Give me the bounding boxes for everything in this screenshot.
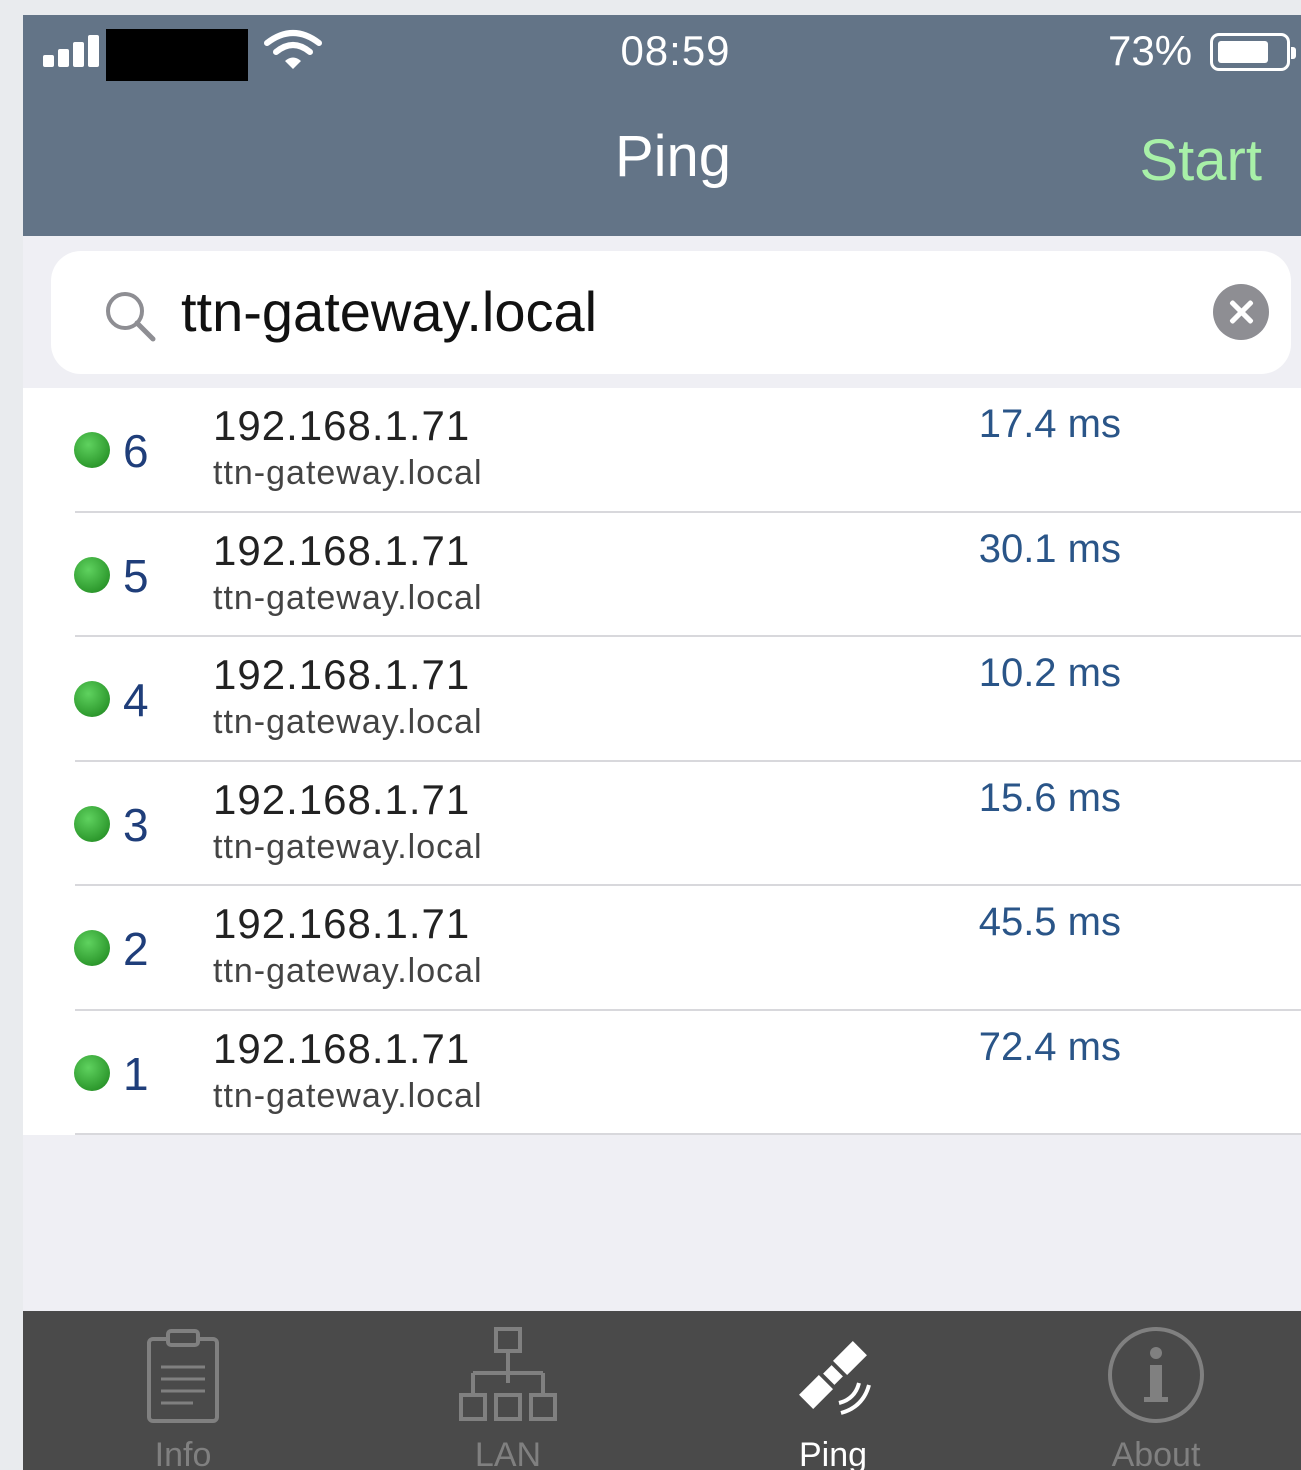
sequence-number: 2: [123, 923, 149, 975]
result-host: ttn-gateway.local: [213, 578, 483, 617]
result-time: 72.4 ms: [978, 1024, 1121, 1069]
table-row[interactable]: 1 192.168.1.71 ttn-gateway.local 72.4 ms: [23, 1011, 1301, 1135]
status-ok-icon: [74, 805, 110, 842]
tab-info[interactable]: Info: [23, 1311, 343, 1470]
tab-about[interactable]: About: [996, 1311, 1301, 1470]
tab-lan[interactable]: LAN: [348, 1311, 668, 1470]
result-time: 30.1 ms: [978, 526, 1121, 571]
tab-label: Ping: [798, 1436, 868, 1470]
cellular-signal-icon: [43, 35, 103, 67]
result-host: ttn-gateway.local: [213, 827, 483, 866]
result-host: ttn-gateway.local: [213, 1076, 483, 1115]
nav-bar: 08:59 73% Ping Start: [23, 15, 1301, 236]
clipboard-icon: [147, 1329, 219, 1423]
status-ok-icon: [74, 930, 110, 966]
tab-bar: Info LAN Ping About: [23, 1311, 1301, 1470]
result-ip: 192.168.1.71: [213, 775, 471, 823]
status-ok-icon: [74, 1054, 110, 1091]
result-host: ttn-gateway.local: [213, 703, 483, 741]
host-input[interactable]: [181, 271, 1201, 351]
sequence-number: 1: [123, 1047, 149, 1100]
battery-percent: 73%: [1108, 27, 1193, 74]
result-ip: 192.168.1.71: [213, 526, 471, 574]
status-ok-icon: [74, 556, 110, 593]
status-ok-icon: [74, 681, 110, 717]
info-circle-icon: [1108, 1327, 1204, 1423]
wifi-icon: [264, 30, 322, 69]
tab-label: About: [1111, 1436, 1201, 1470]
clear-search-button[interactable]: [1213, 284, 1269, 340]
result-ip: 192.168.1.71: [213, 900, 471, 947]
table-row[interactable]: 2 192.168.1.71 ttn-gateway.local 45.5 ms: [23, 886, 1301, 1011]
result-host: ttn-gateway.local: [213, 454, 483, 492]
page-title: Ping: [614, 124, 732, 189]
tab-label: LAN: [474, 1436, 542, 1470]
result-time: 17.4 ms: [978, 402, 1121, 446]
screen: 08:59 73% Ping Start 6 192.168.1.71 ttn-…: [23, 15, 1301, 1470]
sequence-number: 4: [123, 674, 149, 726]
table-row[interactable]: 3 192.168.1.71 ttn-gateway.local 15.6 ms: [23, 762, 1301, 886]
result-host: ttn-gateway.local: [213, 952, 483, 990]
search-bar: [51, 251, 1291, 374]
satellite-icon: [799, 1341, 871, 1415]
result-time: 45.5 ms: [978, 900, 1121, 944]
tab-label: Info: [154, 1436, 212, 1470]
network-icon: [459, 1327, 557, 1421]
sequence-number: 5: [123, 549, 149, 602]
search-icon: [106, 292, 156, 342]
result-ip: 192.168.1.71: [213, 402, 471, 449]
carrier-redaction: [106, 29, 248, 81]
result-time: 15.6 ms: [978, 775, 1121, 820]
table-row[interactable]: 4 192.168.1.71 ttn-gateway.local 10.2 ms: [23, 637, 1301, 762]
tab-ping[interactable]: Ping: [673, 1311, 993, 1470]
status-ok-icon: [74, 432, 110, 468]
sequence-number: 6: [123, 425, 149, 477]
start-button[interactable]: Start: [1140, 127, 1263, 194]
result-time: 10.2 ms: [978, 651, 1121, 695]
table-row[interactable]: 6 192.168.1.71 ttn-gateway.local 17.4 ms: [23, 388, 1301, 513]
ping-results-list: 6 192.168.1.71 ttn-gateway.local 17.4 ms…: [23, 388, 1301, 1135]
result-ip: 192.168.1.71: [213, 1024, 471, 1072]
status-time: 08:59: [620, 27, 731, 74]
sequence-number: 3: [123, 798, 149, 851]
result-ip: 192.168.1.71: [213, 651, 471, 698]
table-row[interactable]: 5 192.168.1.71 ttn-gateway.local 30.1 ms: [23, 513, 1301, 637]
battery-icon: [1210, 33, 1296, 71]
